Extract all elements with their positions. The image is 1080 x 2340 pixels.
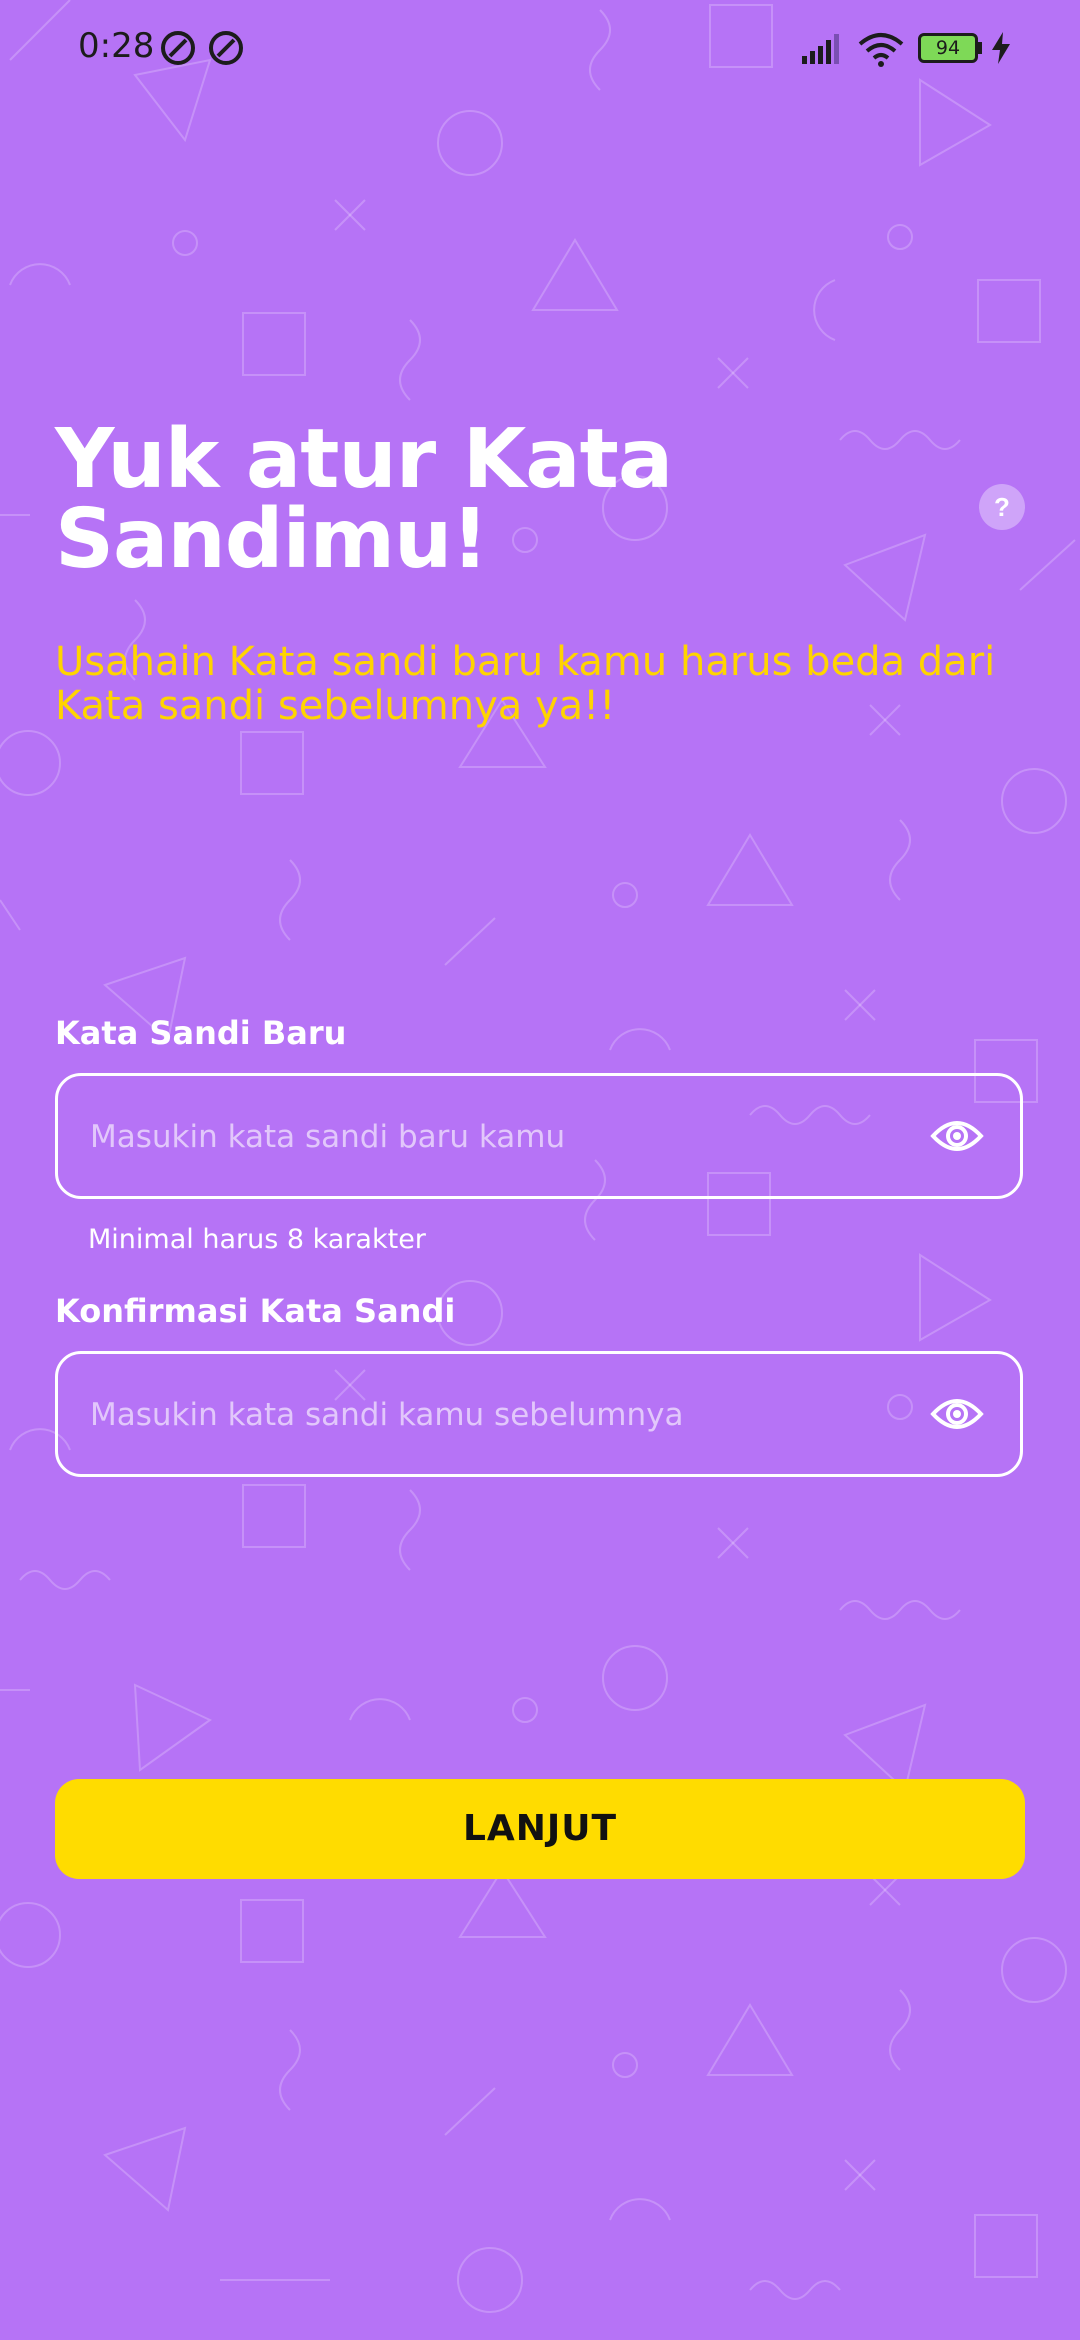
signal-icon — [802, 34, 839, 64]
page-subtitle: Usahain Kata sandi baru kamu harus beda … — [55, 639, 996, 729]
password-helper-text: Minimal harus 8 karakter — [88, 1224, 426, 1255]
notification-icon — [161, 31, 195, 65]
battery-icon: 94 — [918, 33, 978, 63]
wifi-icon — [858, 33, 904, 67]
battery-cap — [978, 42, 982, 54]
confirm-password-label: Konfirmasi Kata Sandi — [55, 1292, 456, 1330]
notification-icon — [209, 31, 243, 65]
eye-icon[interactable] — [930, 1116, 984, 1156]
eye-icon[interactable] — [930, 1394, 984, 1434]
status-bar: 0:28 94 — [0, 0, 1080, 96]
new-password-field-container — [55, 1073, 1023, 1199]
new-password-input[interactable] — [88, 1076, 912, 1198]
submit-button[interactable]: LANJUT — [55, 1779, 1025, 1879]
status-time: 0:28 — [78, 26, 155, 66]
battery-level: 94 — [935, 37, 961, 59]
page-title: Yuk atur Kata Sandimu! — [55, 412, 673, 587]
new-password-label: Kata Sandi Baru — [55, 1014, 347, 1052]
charging-icon — [992, 32, 1010, 64]
confirm-password-field-container — [55, 1351, 1023, 1477]
help-button[interactable]: ? — [979, 484, 1025, 530]
confirm-password-input[interactable] — [88, 1354, 912, 1476]
